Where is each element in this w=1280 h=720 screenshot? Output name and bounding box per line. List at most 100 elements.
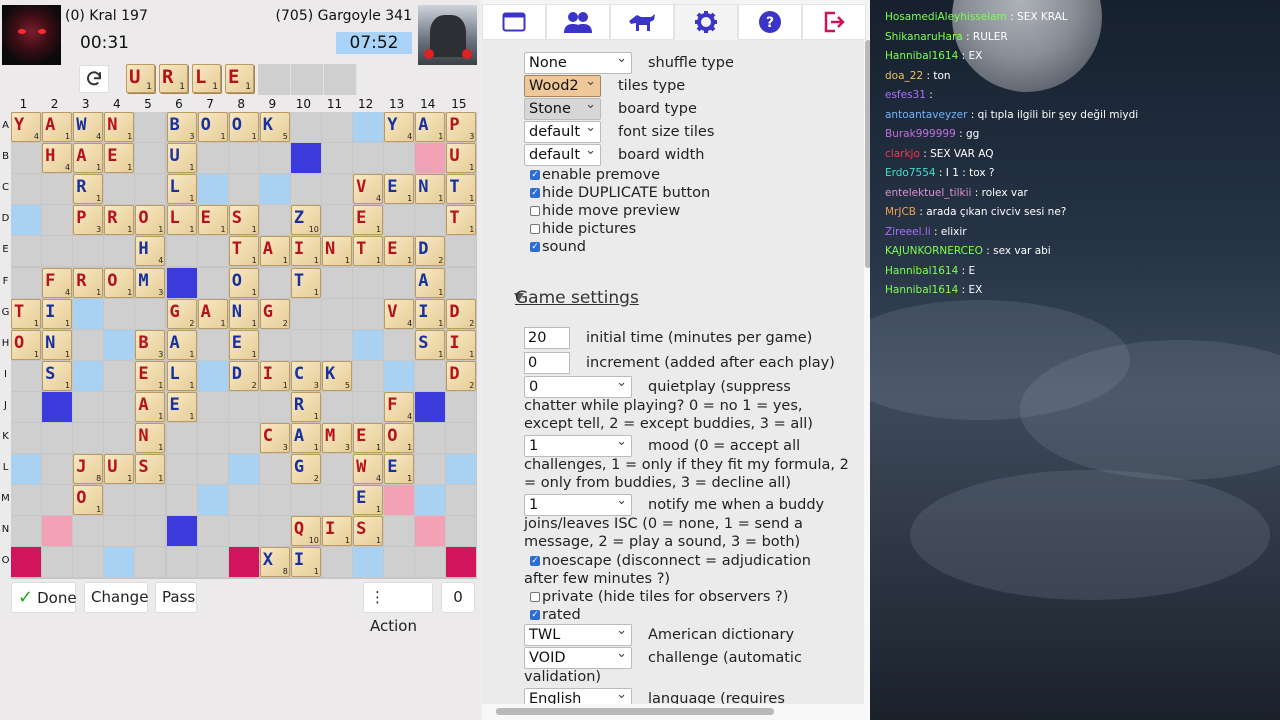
board-square[interactable] — [322, 205, 352, 236]
tab-players[interactable] — [546, 4, 610, 40]
rated-checkbox[interactable]: ✓ — [530, 610, 540, 620]
board-square[interactable] — [259, 485, 290, 516]
board-square[interactable] — [353, 391, 384, 422]
horizontal-scrollbar[interactable] — [482, 704, 872, 720]
board-type-select[interactable]: Stone — [524, 95, 601, 120]
board-square[interactable] — [322, 298, 352, 329]
chat-username[interactable]: doa_22 — [885, 70, 923, 82]
chat-username[interactable]: Erdo7554 — [885, 167, 936, 179]
board-square[interactable] — [73, 329, 104, 360]
font-size-select[interactable]: default — [524, 118, 601, 143]
board-square[interactable] — [166, 454, 197, 485]
board-square[interactable] — [135, 516, 166, 547]
board-square[interactable] — [384, 267, 415, 298]
initial-time-input[interactable]: 20 — [524, 327, 570, 349]
rack-tile[interactable]: E1 — [225, 64, 254, 93]
board-square[interactable] — [104, 360, 135, 391]
board-square[interactable] — [104, 516, 135, 547]
board-square[interactable] — [11, 485, 41, 516]
board-square[interactable] — [11, 423, 41, 453]
sound-checkbox[interactable]: ✓ — [530, 242, 540, 252]
chat-username[interactable]: Hannibal1614 — [885, 284, 958, 296]
tiles-type-select[interactable]: Wood2 — [524, 72, 601, 97]
dictionary-select[interactable]: TWL — [524, 621, 632, 646]
quietplay-select[interactable]: 0 — [524, 373, 632, 398]
board-square[interactable] — [166, 236, 197, 267]
board-square[interactable] — [73, 298, 104, 329]
board-square[interactable] — [11, 547, 41, 578]
board-square[interactable] — [290, 329, 321, 360]
rack-tile[interactable]: U1 — [126, 64, 155, 93]
chat-username[interactable]: antoantaveyzer — [885, 109, 967, 121]
board-square[interactable] — [446, 236, 477, 267]
board-square[interactable] — [104, 547, 135, 578]
board-square[interactable] — [322, 112, 352, 142]
board-square[interactable] — [228, 485, 259, 516]
board-square[interactable] — [228, 547, 259, 578]
board-square[interactable] — [290, 485, 321, 516]
board-square[interactable] — [446, 423, 477, 453]
language-select[interactable]: English — [524, 685, 632, 704]
board-square[interactable] — [322, 547, 352, 578]
board-square[interactable] — [166, 423, 197, 453]
board-square[interactable] — [353, 329, 384, 360]
board-square[interactable] — [11, 516, 41, 547]
board-square[interactable] — [353, 112, 384, 142]
board-square[interactable] — [322, 267, 352, 298]
board-square[interactable] — [135, 174, 166, 205]
board-square[interactable] — [166, 485, 197, 516]
board-square[interactable] — [11, 454, 41, 485]
board-square[interactable] — [104, 298, 135, 329]
chat-username[interactable]: Zireeel.li — [885, 226, 931, 238]
board-square[interactable] — [11, 391, 41, 422]
board-square[interactable] — [259, 267, 290, 298]
tab-window[interactable] — [482, 4, 546, 40]
board-square[interactable] — [353, 360, 384, 391]
board-square[interactable] — [446, 267, 477, 298]
increment-input[interactable]: 0 — [524, 352, 570, 374]
board-square[interactable] — [415, 547, 446, 578]
tile-bag-button[interactable]: 0 — [441, 582, 475, 613]
board-square[interactable] — [384, 205, 415, 236]
board-square[interactable] — [384, 329, 415, 360]
board-square[interactable] — [42, 423, 73, 453]
board-square[interactable] — [415, 454, 446, 485]
board-square[interactable] — [228, 516, 259, 547]
board-square[interactable] — [11, 267, 41, 298]
done-button[interactable]: ✓ Done — [11, 582, 77, 613]
tab-settings[interactable] — [674, 4, 738, 40]
board-square[interactable] — [259, 329, 290, 360]
board-square[interactable] — [415, 391, 446, 422]
board-square[interactable] — [197, 485, 228, 516]
board-square[interactable] — [166, 267, 197, 298]
chat-username[interactable]: esfes31 — [885, 89, 926, 101]
board-square[interactable] — [228, 174, 259, 205]
tab-help[interactable]: ? — [738, 4, 802, 40]
board-square[interactable] — [228, 143, 259, 174]
board-square[interactable] — [290, 174, 321, 205]
board-square[interactable] — [104, 329, 135, 360]
board-square[interactable] — [415, 423, 446, 453]
board-square[interactable] — [415, 143, 446, 174]
board-square[interactable] — [73, 547, 104, 578]
board-square[interactable] — [104, 174, 135, 205]
board-square[interactable] — [259, 143, 290, 174]
board-square[interactable] — [135, 143, 166, 174]
tab-logout[interactable] — [802, 4, 866, 40]
board-square[interactable] — [259, 391, 290, 422]
board-square[interactable] — [384, 143, 415, 174]
shuffle-type-select[interactable]: None — [524, 49, 632, 74]
challenge-select[interactable]: VOID — [524, 644, 632, 669]
board-square[interactable] — [135, 112, 166, 142]
board-square[interactable] — [197, 391, 228, 422]
board-square[interactable] — [42, 516, 73, 547]
board-square[interactable] — [42, 236, 73, 267]
board-square[interactable] — [446, 454, 477, 485]
board-square[interactable] — [259, 516, 290, 547]
board-square[interactable] — [197, 547, 228, 578]
board-square[interactable] — [197, 329, 228, 360]
mood-select[interactable]: 1 — [524, 432, 632, 457]
board-square[interactable] — [228, 454, 259, 485]
pass-button[interactable]: Pass — [155, 582, 197, 613]
rack-tile[interactable]: R1 — [159, 64, 188, 93]
